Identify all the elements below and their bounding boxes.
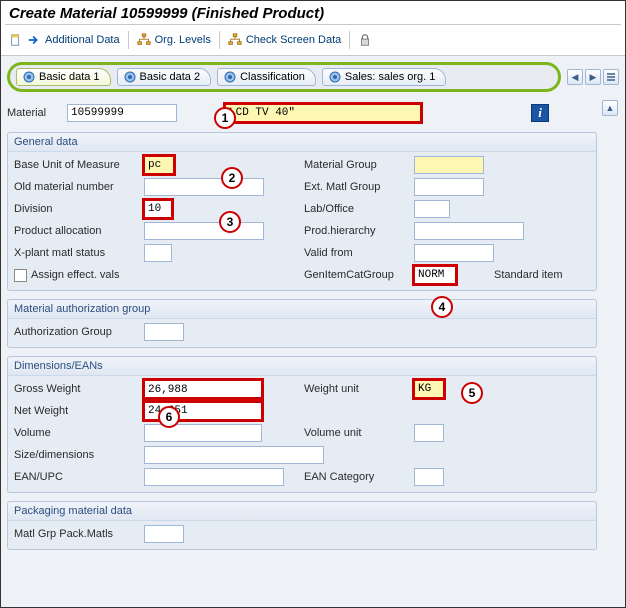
prod-hierarchy-label: Prod.hierarchy <box>304 225 414 237</box>
matl-grp-pack-label: Matl Grp Pack.Matls <box>14 528 144 540</box>
size-dim-label: Size/dimensions <box>14 449 144 461</box>
base-uom-label: Base Unit of Measure <box>14 159 144 171</box>
group-header: General data <box>8 133 596 152</box>
tab-list-button[interactable] <box>603 69 619 85</box>
matl-grp-pack-field[interactable] <box>144 525 184 543</box>
volume-unit-field[interactable] <box>414 424 444 442</box>
group-header: Material authorization group <box>8 300 596 319</box>
additional-data-button[interactable]: Additional Data <box>27 33 120 47</box>
group-general-data: General data Base Unit of Measure Materi… <box>7 132 597 291</box>
hierarchy-icon <box>137 33 151 47</box>
additional-data-label: Additional Data <box>45 34 120 46</box>
document-icon <box>9 33 23 47</box>
tab-basic-data-1[interactable]: Basic data 1 <box>16 68 111 86</box>
callout-2: 2 <box>221 167 243 189</box>
scroll-up-button[interactable]: ▲ <box>602 100 618 116</box>
tab-label: Basic data 1 <box>39 71 100 83</box>
xplant-status-field[interactable] <box>144 244 172 262</box>
callout-6: 6 <box>158 406 180 428</box>
volume-label: Volume <box>14 427 144 439</box>
tab-label: Basic data 2 <box>140 71 201 83</box>
ext-matl-group-field[interactable] <box>414 178 484 196</box>
callout-3: 3 <box>219 211 241 233</box>
info-icon[interactable]: i <box>531 104 549 122</box>
net-weight-label: Net Weight <box>14 405 144 417</box>
product-allocation-field[interactable] <box>144 222 264 240</box>
tab-scroll-right-button[interactable]: ▶ <box>585 69 601 85</box>
ext-matl-group-label: Ext. Matl Group <box>304 181 414 193</box>
material-group-label: Material Group <box>304 159 414 171</box>
window-title: Create Material 10599999 (Finished Produ… <box>1 1 625 24</box>
lab-office-field[interactable] <box>414 200 450 218</box>
auth-group-label: Authorization Group <box>14 326 144 338</box>
division-field[interactable] <box>144 200 172 218</box>
check-screen-button[interactable]: Check Screen Data <box>228 33 341 47</box>
tab-select-icon <box>329 71 341 83</box>
tab-strip: Basic data 1 Basic data 2 Classification… <box>7 62 561 92</box>
weight-unit-field[interactable] <box>414 380 444 398</box>
valid-from-field[interactable] <box>414 244 494 262</box>
org-levels-label: Org. Levels <box>155 34 211 46</box>
weight-unit-label: Weight unit <box>304 383 414 395</box>
material-number-field[interactable] <box>67 104 177 122</box>
check-screen-label: Check Screen Data <box>246 34 341 46</box>
gross-weight-label: Gross Weight <box>14 383 144 395</box>
gross-weight-field[interactable] <box>144 380 262 398</box>
gen-item-cat-field[interactable] <box>414 266 456 284</box>
callout-5: 5 <box>461 382 483 404</box>
tab-select-icon <box>23 71 35 83</box>
size-dim-field[interactable] <box>144 446 324 464</box>
tab-label: Sales: sales org. 1 <box>345 71 436 83</box>
tab-label: Classification <box>240 71 305 83</box>
old-material-label: Old material number <box>14 181 144 193</box>
gen-item-cat-text: Standard item <box>494 269 590 281</box>
org-levels-button[interactable]: Org. Levels <box>137 33 211 47</box>
tab-basic-data-2[interactable]: Basic data 2 <box>117 68 212 86</box>
material-label: Material <box>7 107 67 119</box>
assign-effect-vals-checkbox[interactable] <box>14 269 27 282</box>
ean-category-field[interactable] <box>414 468 444 486</box>
valid-from-label: Valid from <box>304 247 414 259</box>
group-header: Packaging material data <box>8 502 596 521</box>
auth-group-field[interactable] <box>144 323 184 341</box>
lab-office-label: Lab/Office <box>304 203 414 215</box>
lock-button[interactable] <box>358 33 372 47</box>
material-row: Material i <box>7 104 597 122</box>
ean-upc-field[interactable] <box>144 468 284 486</box>
division-label: Division <box>14 203 144 215</box>
ean-category-label: EAN Category <box>304 471 414 483</box>
volume-field[interactable] <box>144 424 262 442</box>
group-header: Dimensions/EANs <box>8 357 596 376</box>
toggle-view-button[interactable] <box>9 33 23 47</box>
tab-scroll-left-button[interactable]: ◀ <box>567 69 583 85</box>
callout-1: 1 <box>214 107 236 129</box>
arrow-right-icon <box>27 33 41 47</box>
group-material-auth: Material authorization group Authorizati… <box>7 299 597 348</box>
xplant-status-label: X-plant matl status <box>14 247 144 259</box>
tab-classification[interactable]: Classification <box>217 68 316 86</box>
volume-unit-label: Volume unit <box>304 427 414 439</box>
app-toolbar: Additional Data Org. Levels Check Screen… <box>1 25 625 55</box>
group-packaging: Packaging material data Matl Grp Pack.Ma… <box>7 501 597 550</box>
hierarchy-check-icon <box>228 33 242 47</box>
ean-upc-label: EAN/UPC <box>14 471 144 483</box>
gen-item-cat-label: GenItemCatGroup <box>304 269 414 281</box>
assign-effect-vals-label: Assign effect. vals <box>31 269 119 281</box>
old-material-field[interactable] <box>144 178 264 196</box>
list-icon <box>606 72 616 82</box>
material-group-field[interactable] <box>414 156 484 174</box>
vertical-scrollbar[interactable]: ▲ ▼ <box>601 100 619 607</box>
group-dimensions-eans: Dimensions/EANs Gross Weight Weight unit… <box>7 356 597 493</box>
tab-select-icon <box>224 71 236 83</box>
product-allocation-label: Product allocation <box>14 225 144 237</box>
tab-select-icon <box>124 71 136 83</box>
lock-icon <box>358 33 372 47</box>
callout-4: 4 <box>431 296 453 318</box>
tab-sales-org-1[interactable]: Sales: sales org. 1 <box>322 68 447 86</box>
material-description-field[interactable] <box>225 104 421 122</box>
prod-hierarchy-field[interactable] <box>414 222 524 240</box>
base-uom-field[interactable] <box>144 156 174 174</box>
